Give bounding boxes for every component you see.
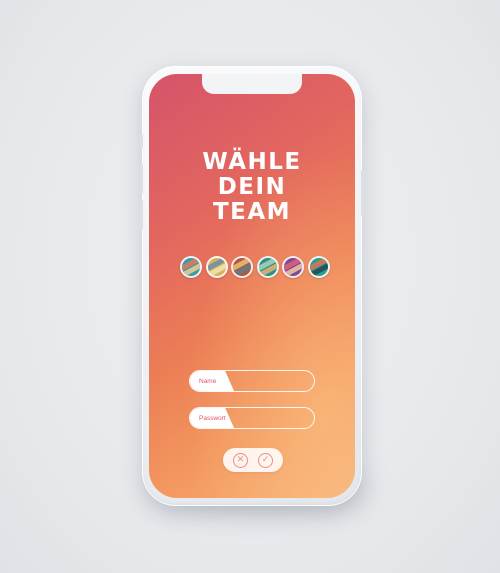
phone-notch bbox=[202, 74, 302, 94]
action-buttons: ✕ ✓ bbox=[223, 448, 283, 472]
name-label: Name bbox=[190, 371, 234, 391]
password-input[interactable] bbox=[236, 408, 312, 428]
volume-down-button bbox=[140, 200, 143, 230]
mute-switch bbox=[140, 134, 143, 148]
title-line-1: WÄHLE bbox=[202, 149, 302, 175]
team-badge-1-icon[interactable] bbox=[180, 256, 202, 278]
page-title: WÄHLE DEIN TEAM bbox=[149, 150, 355, 225]
team-badge-2-icon[interactable] bbox=[205, 256, 228, 278]
power-button bbox=[361, 170, 364, 216]
check-icon: ✓ bbox=[261, 454, 270, 465]
name-input[interactable] bbox=[236, 371, 312, 391]
confirm-button[interactable]: ✓ bbox=[258, 452, 273, 468]
app-screen: WÄHLE DEIN TEAM Name Passwort ✕ ✓ bbox=[149, 74, 355, 498]
name-field[interactable]: Name bbox=[189, 370, 315, 392]
team-selector bbox=[180, 256, 330, 278]
team-badge-6-icon[interactable] bbox=[307, 256, 330, 278]
volume-up-button bbox=[140, 164, 143, 194]
close-icon: ✕ bbox=[236, 454, 245, 465]
password-label: Passwort bbox=[190, 408, 234, 428]
title-line-3: TEAM bbox=[212, 199, 292, 225]
phone-frame: WÄHLE DEIN TEAM Name Passwort ✕ ✓ bbox=[140, 66, 364, 506]
title-line-2: DEIN bbox=[217, 174, 287, 200]
mockup-stage: WÄHLE DEIN TEAM Name Passwort ✕ ✓ bbox=[0, 0, 500, 573]
password-field[interactable]: Passwort bbox=[189, 407, 315, 429]
team-badge-5-icon[interactable] bbox=[282, 256, 305, 278]
team-badge-3-icon[interactable] bbox=[231, 256, 254, 278]
team-badge-4-icon[interactable] bbox=[256, 256, 279, 278]
cancel-button[interactable]: ✕ bbox=[233, 452, 248, 468]
